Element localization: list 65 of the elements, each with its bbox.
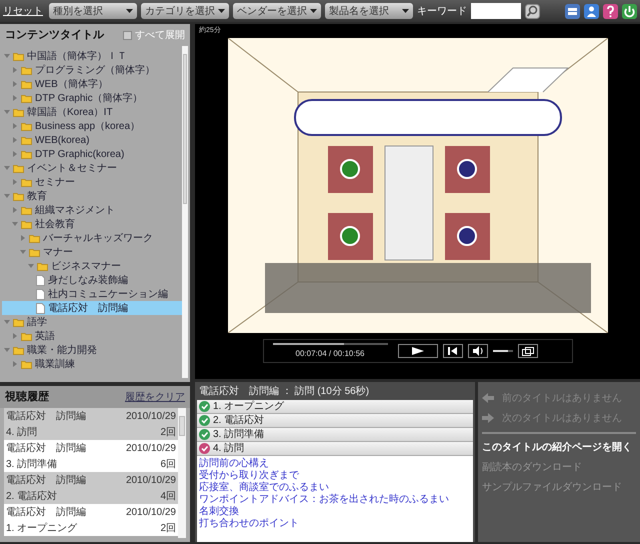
history-entry[interactable]: 電話応対 訪問編 2010/10/29 1. オープニング 2回 <box>4 504 178 536</box>
tree-item[interactable]: プログラミング（簡体字） <box>2 63 182 77</box>
tree-item[interactable]: バーチャルキッズワーク <box>2 231 182 245</box>
time-display: 00:07:04 / 00:10:56 <box>296 348 364 360</box>
tree-item[interactable]: 社会教育 <box>2 217 182 231</box>
history-text: 4. 訪問 <box>6 426 38 440</box>
history-entry[interactable]: 電話応対 訪問編 2010/10/29 2. 電話応対 4回 <box>4 472 178 504</box>
select-dropdown[interactable]: 種別を選択 <box>49 3 137 19</box>
panel-title: 視聴履歴 <box>5 390 49 405</box>
tree-item[interactable]: ビジネスマナー <box>2 259 182 273</box>
tree-item[interactable]: マナー <box>2 245 182 259</box>
history-text: 2010/10/29 <box>126 506 176 520</box>
chapter-title: 電話応対 訪問編 ： 訪問 (10分 56秒) <box>198 384 370 398</box>
tree-item[interactable]: 韓国語（Korea）IT <box>2 105 182 119</box>
chapter-item[interactable]: 4. 訪問 <box>197 442 473 456</box>
topic-link[interactable]: 受付から取り次ぎまで <box>199 470 471 482</box>
history-text: 3. 訪問準備 <box>6 458 58 472</box>
keyword-label: キーワード <box>417 4 467 18</box>
tree-item[interactable]: 社内コミュニケーション編 <box>2 287 182 301</box>
chapter-item[interactable]: 3. 訪問準備 <box>197 428 473 442</box>
history-text: 2回 <box>160 522 176 536</box>
chapter-item[interactable]: 1. オープニング <box>197 400 473 414</box>
history-text: 電話応対 訪問編 <box>6 474 86 488</box>
select-dropdown[interactable]: カテゴリを選択 <box>141 3 229 19</box>
tree-item[interactable]: 中国語（簡体字）ＩＴ <box>2 49 182 63</box>
history-text: 電話応対 訪問編 <box>6 410 86 424</box>
topic-link[interactable]: ワンポイントアドバイス：お茶を出された時のふるまい <box>199 494 471 506</box>
select-dropdown[interactable]: 製品名を選択 <box>325 3 413 19</box>
tree-item[interactable]: DTP Graphic(korea) <box>2 147 182 161</box>
history-text: 2010/10/29 <box>126 410 176 424</box>
tree-item[interactable]: 身だしなみ装飾編 <box>2 273 182 287</box>
tree-item[interactable]: 教育 <box>2 189 182 203</box>
tree-item[interactable]: DTP Graphic（簡体字） <box>2 91 182 105</box>
nav-link[interactable]: このタイトルの紹介ページを開く <box>482 438 636 458</box>
topic-link[interactable]: 応接室、商談室でのふるまい <box>199 482 471 494</box>
history-text: 6回 <box>160 458 176 472</box>
tree-item[interactable]: 組織マネジメント <box>2 203 182 217</box>
history-text: 電話応対 訪問編 <box>6 506 86 520</box>
history-entry[interactable]: 電話応対 訪問編 2010/10/29 3. 訪問準備 6回 <box>4 440 178 472</box>
topic-link[interactable]: 打ち合わせのポイント <box>199 518 471 530</box>
chapter-item[interactable]: 2. 電話応対 <box>197 414 473 428</box>
history-text: 2010/10/29 <box>126 474 176 488</box>
history-text: 2回 <box>160 426 176 440</box>
tree-item[interactable]: 職業訓練 <box>2 357 182 371</box>
tree-item[interactable]: WEB（簡体字） <box>2 77 182 91</box>
tree-item[interactable]: 語学 <box>2 315 182 329</box>
tree-item[interactable]: 電話応対 訪問編 <box>2 301 182 315</box>
history-text: 2010/10/29 <box>126 442 176 456</box>
history-text: 電話応対 訪問編 <box>6 442 86 456</box>
tree-item[interactable]: WEB(korea) <box>2 133 182 147</box>
topic-link[interactable]: 訪問前の心構え <box>199 458 471 470</box>
history-text: 1. オープニング <box>6 522 78 536</box>
tree-item[interactable]: 英語 <box>2 329 182 343</box>
tree-item[interactable]: イベント＆セミナー <box>2 161 182 175</box>
select-dropdown[interactable]: ベンダーを選択 <box>233 3 321 19</box>
topic-link[interactable]: 名刺交換 <box>199 506 471 518</box>
tree-item[interactable]: セミナー <box>2 175 182 189</box>
history-text: 2. 電話応対 <box>6 490 58 504</box>
tree-item[interactable]: Business app（korea） <box>2 119 182 133</box>
reset-link[interactable]: リセット <box>3 4 43 18</box>
history-text: 4回 <box>160 490 176 504</box>
panel-title: コンテンツタイトル <box>5 28 104 43</box>
history-entry[interactable]: 電話応対 訪問編 2010/10/29 4. 訪問 2回 <box>4 408 178 440</box>
tree-item[interactable]: 職業・能力開発 <box>2 343 182 357</box>
clear-history-link[interactable]: 履歴をクリア <box>125 390 185 404</box>
